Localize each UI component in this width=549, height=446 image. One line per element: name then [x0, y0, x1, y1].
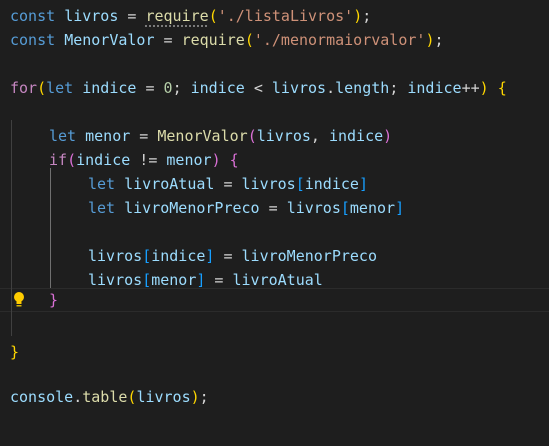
token-variable: livros: [136, 388, 191, 406]
code-line-12[interactable]: livros[menor] = livroAtual: [88, 268, 323, 292]
code-line-15[interactable]: }: [10, 340, 19, 364]
token-variable: indice: [190, 79, 245, 97]
token-keyword: let: [46, 79, 74, 97]
token-variable: indice: [407, 79, 462, 97]
code-line-11[interactable]: livros[indice] = livroMenorPreco: [88, 244, 377, 268]
token-variable: livroAtual: [232, 271, 323, 289]
code-line-7[interactable]: if(indice != menor) {: [49, 148, 239, 172]
token-function: table: [82, 388, 128, 406]
code-line-8[interactable]: let livroAtual = livros[indice]: [88, 172, 368, 196]
token-keyword: const: [10, 31, 56, 49]
code-line-4[interactable]: for(let indice = 0; indice < livros.leng…: [10, 76, 507, 100]
token-variable: MenorValor: [64, 31, 155, 49]
token-variable: indice: [76, 151, 131, 169]
token-variable: livroAtual: [124, 175, 215, 193]
token-keyword: let: [88, 175, 116, 193]
token-variable: livros: [88, 247, 143, 265]
code-editor[interactable]: const livros = require('./listaLivros');…: [0, 0, 549, 446]
token-keyword: let: [88, 199, 116, 217]
token-variable: indice: [151, 247, 206, 265]
token-variable: menor: [85, 127, 131, 145]
token-variable: livroMenorPreco: [124, 199, 260, 217]
indent-guide-active: [50, 168, 51, 288]
token-variable: console: [10, 388, 74, 406]
token-function: require: [181, 31, 245, 49]
token-variable: indice: [304, 175, 359, 193]
token-keyword: const: [10, 7, 56, 25]
token-control: if: [49, 151, 68, 169]
token-variable: livros: [286, 199, 341, 217]
token-variable: livros: [271, 79, 327, 97]
token-function: require: [145, 7, 209, 25]
token-string: './menormaiorvalor': [253, 31, 426, 49]
code-line-13[interactable]: }: [49, 288, 58, 312]
code-line-6[interactable]: let menor = MenorValor(livros, indice): [49, 124, 392, 148]
code-line-1[interactable]: const livros = require('./listaLivros');: [10, 4, 371, 28]
code-line-17[interactable]: console.table(livros);: [10, 385, 209, 409]
token-variable: indice: [328, 127, 384, 145]
indent-guide: [11, 120, 12, 336]
token-property: length: [335, 79, 390, 97]
token-variable: livroMenorPreco: [241, 247, 377, 265]
token-variable: livros: [88, 271, 143, 289]
token-variable: livros: [64, 7, 119, 25]
token-variable: livros: [241, 175, 296, 193]
token-control: for: [10, 79, 38, 97]
token-variable: livros: [256, 127, 311, 145]
token-variable: menor: [349, 199, 396, 217]
token-keyword: let: [49, 127, 77, 145]
token-number: 0: [163, 79, 173, 97]
token-variable: menor: [151, 271, 197, 289]
token-variable: indice: [82, 79, 137, 97]
token-variable: menor: [166, 151, 212, 169]
token-function: MenorValor: [157, 127, 248, 145]
token-string: './listaLivros': [217, 7, 354, 25]
code-line-2[interactable]: const MenorValor = require('./menormaior…: [10, 28, 444, 52]
code-line-9[interactable]: let livroMenorPreco = livros[menor]: [88, 196, 404, 220]
lightbulb-icon[interactable]: [13, 291, 25, 309]
